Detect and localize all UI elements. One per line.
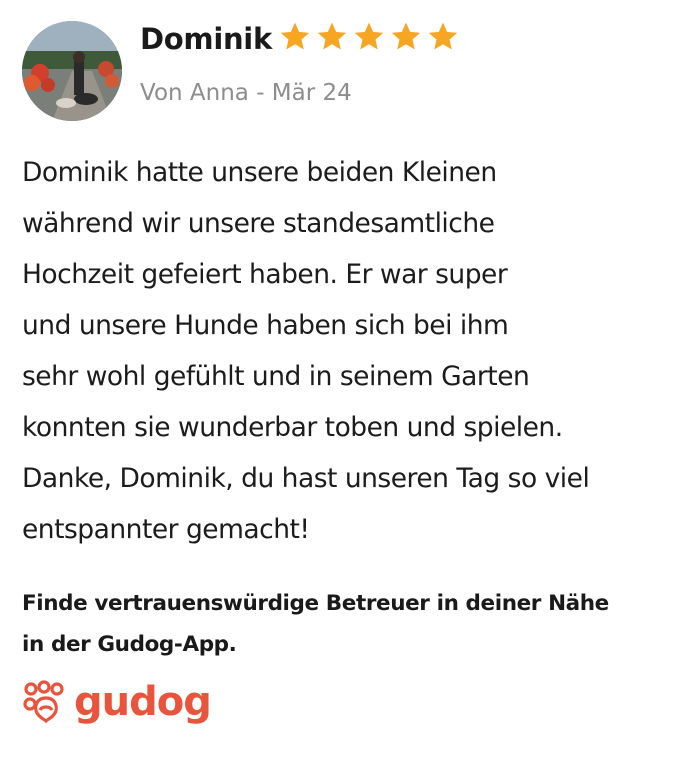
review-text-line: und unsere Hunde haben sich bei ihm	[22, 310, 509, 341]
star-icon	[354, 22, 384, 50]
star-rating	[278, 20, 460, 54]
review-text-line: sehr wohl gefühlt und in seinem Garten	[22, 361, 530, 392]
star-icon	[280, 22, 310, 50]
brand-name: gudog	[74, 679, 212, 725]
reviewed-sitter-name: Dominik	[140, 22, 272, 56]
review-card: Dominik Von Anna - Mär 24 Dominik hatte …	[0, 0, 683, 759]
app-promo-line: in der Gudog-App.	[22, 632, 237, 657]
app-promo-line: Finde vertrauenswürdige Betreuer in dein…	[22, 591, 609, 616]
review-meta: Von Anna - Mär 24	[140, 80, 352, 106]
star-icon	[391, 22, 421, 50]
review-text: Dominik hatte unsere beiden Kleinen währe…	[22, 147, 672, 555]
review-text-line: entspannter gemacht!	[22, 514, 310, 545]
review-text-line: Dominik hatte unsere beiden Kleinen	[22, 157, 497, 188]
paw-logo-icon	[23, 680, 64, 724]
review-text-line: konnten sie wunderbar toben und spielen.	[22, 412, 563, 443]
app-promo-text: Finde vertrauenswürdige Betreuer in dein…	[22, 583, 682, 665]
review-text-line: Danke, Dominik, du hast unseren Tag so v…	[22, 463, 590, 494]
review-text-line: Hochzeit gefeiert haben. Er war super	[22, 259, 508, 290]
star-icon	[317, 22, 347, 50]
avatar[interactable]	[22, 21, 122, 121]
star-icon	[428, 22, 458, 50]
gudog-logo[interactable]: gudog	[22, 679, 212, 725]
review-text-line: während wir unsere standesamtliche	[22, 208, 495, 239]
